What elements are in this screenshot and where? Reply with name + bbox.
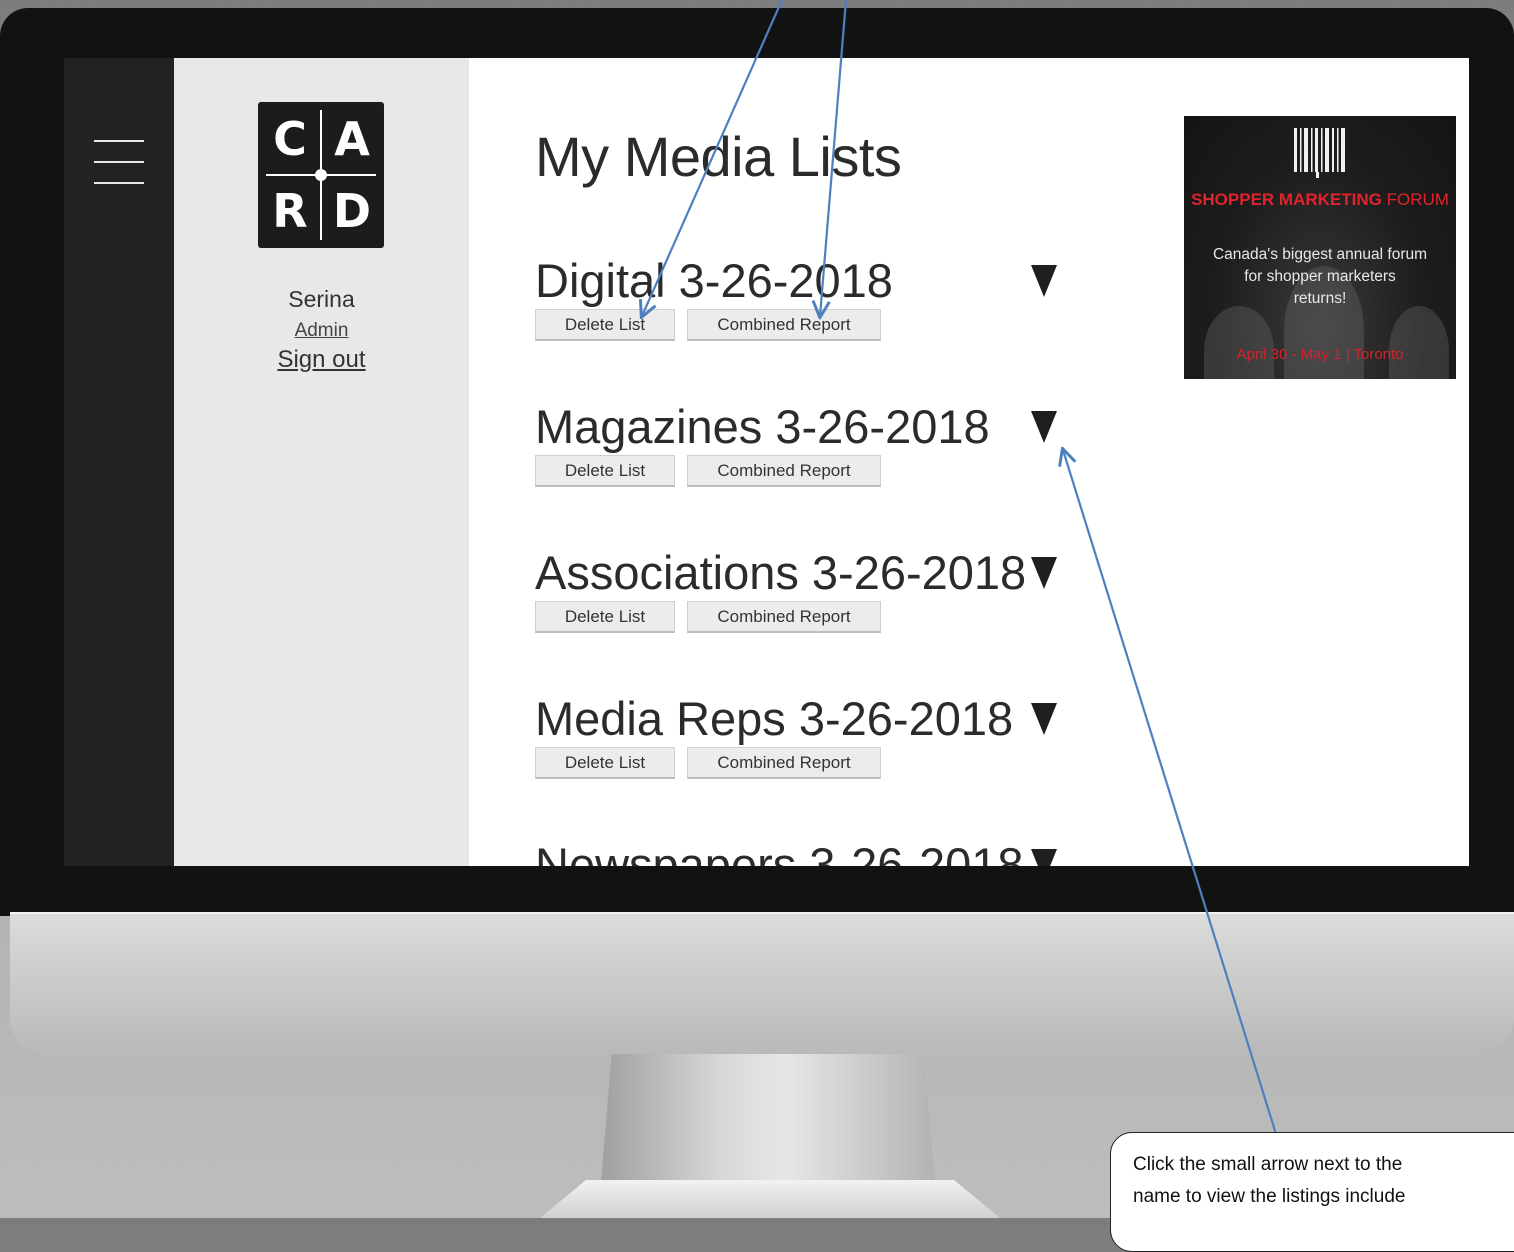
callout-text: name to view the listings include (1133, 1186, 1406, 1207)
ad-title: SHOPPER MARKETING FORUM (1191, 190, 1449, 209)
screen: C A R D Serina Admin Sign out My Media L… (64, 58, 1469, 866)
monitor-foot (540, 1180, 1000, 1218)
media-list-item: Associations 3-26-2018 Delete List Combi… (535, 545, 1095, 685)
hamburger-icon[interactable] (94, 138, 144, 186)
logo-letter: D (332, 184, 372, 238)
delete-list-button[interactable]: Delete List (535, 747, 675, 779)
barcode-icon (1294, 128, 1345, 178)
delete-list-button[interactable]: Delete List (535, 601, 675, 633)
instruction-callout: Click the small arrow next to the name t… (1110, 1132, 1514, 1252)
expand-arrow-icon[interactable] (1031, 265, 1057, 297)
monitor-chin (10, 912, 1514, 1054)
combined-report-button[interactable]: Combined Report (687, 309, 881, 341)
media-list-item: Newspapers 3-26-2018 (535, 837, 1095, 866)
media-list-item: Magazines 3-26-2018 Delete List Combined… (535, 399, 1095, 539)
expand-arrow-icon[interactable] (1031, 849, 1057, 866)
list-name: Magazines 3-26-2018 (535, 400, 990, 453)
ad-date: April 30 - May 1 | Toronto (1236, 346, 1404, 363)
list-name: Associations 3-26-2018 (535, 546, 1027, 599)
page-title: My Media Lists (535, 125, 902, 188)
combined-report-button[interactable]: Combined Report (687, 601, 881, 633)
combined-report-button[interactable]: Combined Report (687, 747, 881, 779)
media-list-item: Media Reps 3-26-2018 Delete List Combine… (535, 691, 1095, 831)
expand-arrow-icon[interactable] (1031, 703, 1057, 735)
expand-arrow-icon[interactable] (1031, 557, 1057, 589)
admin-link[interactable]: Admin (174, 320, 469, 342)
sign-out-link[interactable]: Sign out (174, 346, 469, 374)
combined-report-button[interactable]: Combined Report (687, 455, 881, 487)
menu-rail (64, 58, 174, 866)
logo-letter: R (272, 184, 308, 238)
media-list-item: Digital 3-26-2018 Delete List Combined R… (535, 253, 1095, 393)
card-logo: C A R D (258, 102, 384, 248)
list-name: Digital 3-26-2018 (535, 254, 893, 307)
callout-text: Click the small arrow next to the (1133, 1154, 1403, 1175)
user-name: Serina (288, 286, 355, 312)
user-panel: C A R D Serina Admin Sign out (174, 58, 469, 866)
list-name: Media Reps 3-26-2018 (535, 692, 1014, 745)
ad-body: Canada's biggest annual forum for shoppe… (1212, 246, 1428, 307)
delete-list-button[interactable]: Delete List (535, 309, 675, 341)
logo-letter: A (334, 112, 370, 166)
main-content: My Media Lists Digital 3-26-2018 Delete … (469, 58, 1469, 866)
ad-banner[interactable]: SHOPPER MARKETING FORUM Canada's biggest… (1184, 116, 1456, 379)
expand-arrow-icon[interactable] (1031, 411, 1057, 443)
delete-list-button[interactable]: Delete List (535, 455, 675, 487)
logo-letter: C (273, 112, 307, 166)
list-name: Newspapers 3-26-2018 (535, 838, 1024, 866)
